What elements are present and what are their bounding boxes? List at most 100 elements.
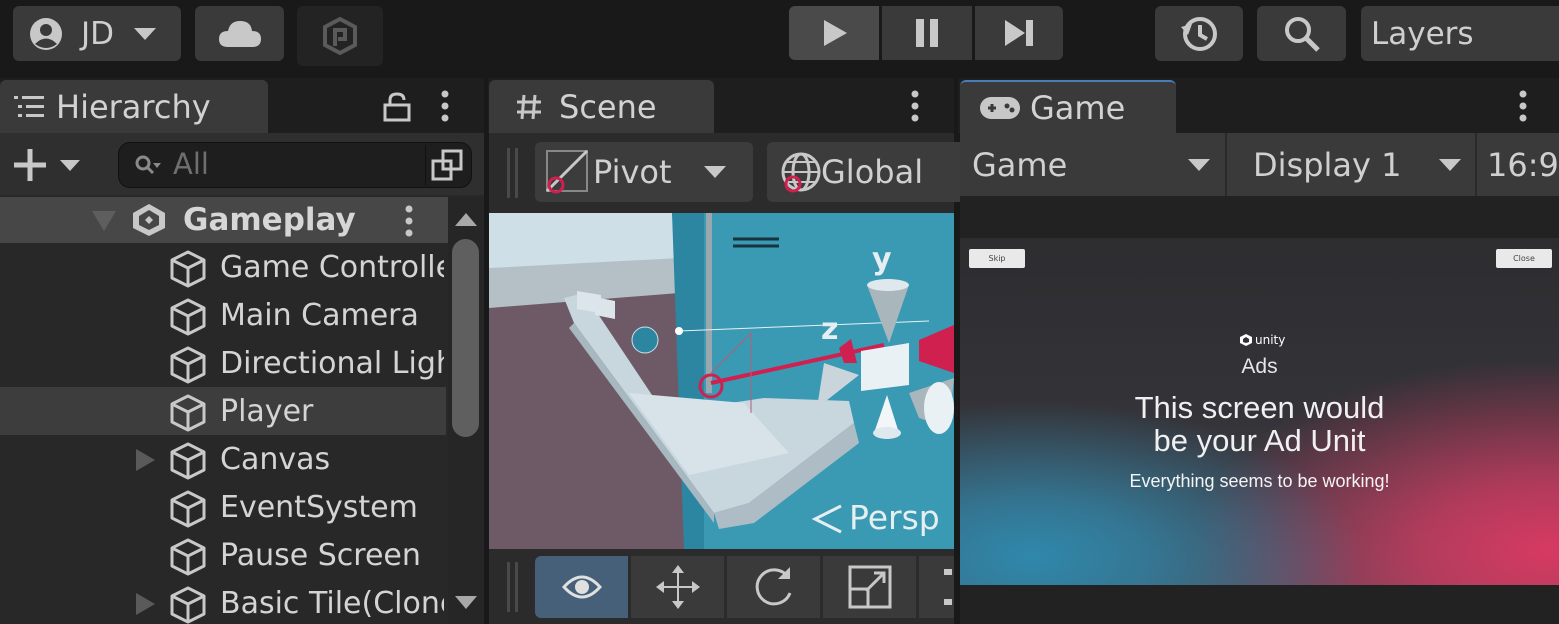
skip-button[interactable]: Skip [969, 249, 1025, 268]
persp-back-icon[interactable] [811, 502, 845, 536]
search-button[interactable] [1257, 6, 1346, 61]
pivot-label: Pivot [593, 153, 672, 191]
global-label: Global [821, 153, 924, 191]
collapse-arrow-icon[interactable] [92, 211, 116, 231]
hierarchy-row[interactable]: Pause Screen [0, 531, 446, 579]
scrollbar-thumb[interactable] [452, 239, 479, 437]
chevron-down-icon [1188, 159, 1210, 171]
search-icon [1284, 16, 1320, 52]
scene-more-icon[interactable] [404, 205, 414, 237]
tab-hierarchy[interactable]: Hierarchy [0, 80, 268, 133]
headline-line-2: be your Ad Unit [1153, 423, 1366, 458]
display-dropdown[interactable]: Display 1 [1225, 133, 1473, 196]
scene-row[interactable]: Gameplay [0, 197, 448, 243]
aspect-label: 16:9 [1487, 145, 1559, 184]
hierarchy-row[interactable]: Game Controller [0, 243, 446, 291]
hierarchy-search-field[interactable]: All [118, 142, 472, 188]
scene-name: Gameplay [183, 202, 356, 238]
search-placeholder: All [173, 147, 209, 181]
hierarchy-row-label: Canvas [220, 442, 331, 477]
scene-more-options-icon[interactable] [910, 90, 920, 122]
collab-button[interactable] [297, 6, 383, 66]
rect-tool-icon [943, 567, 954, 607]
close-label: Close [1513, 254, 1535, 263]
status-message: Everything seems to be working! [1129, 471, 1390, 491]
headline-line-1: This screen would [1134, 390, 1385, 425]
drag-handle-icon[interactable] [506, 148, 520, 198]
user-icon [29, 17, 63, 51]
ads-label: Ads [1241, 355, 1278, 378]
global-dropdown[interactable]: Global [767, 142, 967, 202]
hierarchy-row[interactable]: Basic Tile(Clone) [0, 579, 446, 624]
rotate-icon [750, 563, 798, 611]
game-viewport[interactable]: Skip Close unity Ads This screen would b… [960, 238, 1559, 585]
eye-icon [561, 573, 602, 601]
hierarchy-row-label: Pause Screen [220, 538, 421, 573]
gameobject-cube-icon [168, 489, 208, 529]
play-button[interactable] [789, 6, 879, 60]
hierarchy-row-label: Game Controller [220, 250, 444, 285]
account-label: JD [81, 15, 115, 52]
game-more-options-icon[interactable] [1518, 90, 1528, 122]
step-button[interactable] [975, 6, 1063, 60]
tab-scene[interactable]: Scene [489, 80, 714, 133]
account-button[interactable]: JD [13, 6, 181, 61]
hierarchy-row[interactable]: Player [0, 387, 446, 435]
rotate-tool-button[interactable] [727, 556, 820, 618]
scene-viewport[interactable]: y z Persp [489, 213, 954, 549]
layers-dropdown[interactable]: Layers [1361, 6, 1559, 61]
unity-logo: unity [1239, 333, 1285, 347]
hierarchy-row-label: Basic Tile(Clone) [220, 586, 444, 621]
tab-game[interactable]: Game [960, 80, 1176, 133]
scale-icon [848, 565, 892, 609]
scale-tool-button[interactable] [823, 556, 916, 618]
move-tool-button[interactable] [631, 556, 724, 618]
scroll-down-icon[interactable] [455, 596, 477, 609]
tab-game-label: Game [1030, 88, 1126, 127]
hierarchy-row-label: Player [220, 394, 314, 429]
undo-history-button[interactable] [1155, 6, 1243, 61]
gameobject-cube-icon [168, 345, 208, 385]
move-icon [654, 563, 702, 611]
step-icon [1003, 18, 1035, 48]
list-icon [12, 94, 46, 120]
tab-scene-label: Scene [559, 87, 657, 126]
tools-drag-handle-icon[interactable] [506, 562, 520, 612]
unity-logo-icon [1239, 333, 1253, 347]
persp-label[interactable]: Persp [849, 498, 940, 537]
add-icon[interactable] [12, 146, 84, 184]
skip-label: Skip [988, 254, 1006, 263]
expand-arrow-icon[interactable] [136, 449, 155, 471]
scroll-up-icon[interactable] [455, 213, 477, 226]
cloud-button[interactable] [195, 6, 284, 61]
gameobject-cube-icon [168, 297, 208, 337]
gameobject-cube-icon [168, 393, 208, 433]
view-tool-button[interactable] [535, 556, 628, 618]
chevron-down-icon [703, 166, 726, 178]
search-scene-toggle[interactable] [425, 145, 467, 185]
expand-arrow-icon[interactable] [136, 593, 155, 615]
lock-icon[interactable] [383, 92, 411, 122]
globe-icon [779, 150, 823, 194]
gamepad-icon [978, 95, 1022, 121]
hierarchy-row-label: Directional Light [220, 346, 444, 381]
aspect-dropdown[interactable]: 16:9 [1475, 133, 1559, 196]
hierarchy-row[interactable]: Main Camera [0, 291, 446, 339]
game-mode-label: Game [972, 145, 1068, 184]
pivot-dropdown[interactable]: Pivot [535, 142, 753, 202]
unity-brand: unity [1255, 333, 1286, 347]
pause-button[interactable] [882, 6, 972, 60]
hierarchy-row[interactable]: Canvas [0, 435, 446, 483]
rect-tool-button[interactable] [919, 556, 954, 618]
more-options-icon[interactable] [440, 90, 450, 122]
hierarchy-row[interactable]: Directional Light [0, 339, 446, 387]
game-mode-dropdown[interactable]: Game [960, 133, 1222, 196]
hierarchy-scrollbar[interactable] [448, 197, 484, 624]
gizmo-y-label: y [872, 242, 892, 277]
gameobject-cube-icon [168, 441, 208, 481]
chevron-down-icon [1439, 159, 1461, 171]
close-button[interactable]: Close [1496, 249, 1552, 268]
gameobject-cube-icon [168, 537, 208, 577]
hierarchy-row[interactable]: EventSystem [0, 483, 446, 531]
hierarchy-row-label: EventSystem [220, 490, 418, 525]
